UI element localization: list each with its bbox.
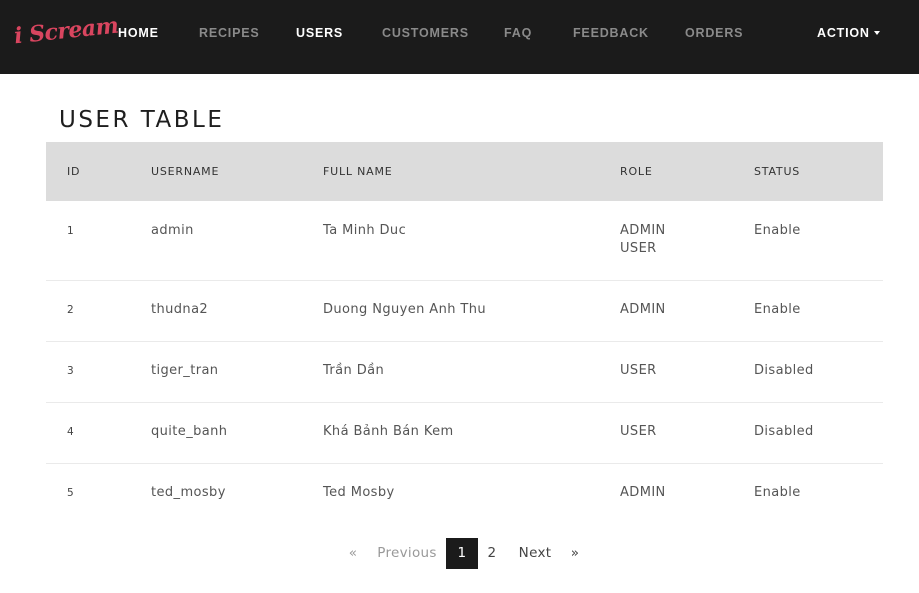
nav-feedback[interactable]: FEEDBACK [573, 26, 649, 40]
cell-full-name: Khá Bảnh Bán Kem [323, 424, 454, 439]
cell-status: Enable [754, 302, 801, 317]
cell-username: admin [151, 223, 194, 238]
header-id: ID [67, 165, 81, 178]
cell-id: 5 [67, 487, 75, 499]
next-page-button[interactable]: Next [513, 538, 557, 569]
action-dropdown[interactable]: ACTION [817, 26, 880, 40]
page-title: USER TABLE [59, 107, 225, 133]
cell-role: ADMIN [620, 485, 666, 500]
table-row[interactable]: 4 quite_banh Khá Bảnh Bán Kem USER Disab… [46, 403, 883, 464]
cell-role: USER [620, 363, 657, 378]
cell-status: Enable [754, 485, 801, 500]
nav-users[interactable]: USERS [296, 26, 343, 40]
cell-username: ted_mosby [151, 485, 226, 500]
page-1-button[interactable]: 1 [446, 538, 478, 569]
cell-role: USER [620, 241, 657, 256]
top-navbar: i Scream HOME RECIPES USERS CUSTOMERS FA… [0, 0, 919, 74]
cell-role: ADMIN [620, 223, 666, 238]
cell-full-name: Duong Nguyen Anh Thu [323, 302, 487, 317]
cell-full-name: Ted Mosby [323, 485, 395, 500]
header-status: STATUS [754, 165, 801, 178]
last-page-button[interactable]: » [568, 538, 582, 569]
caret-down-icon [873, 31, 880, 35]
table-row[interactable]: 5 ted_mosby Ted Mosby ADMIN Enable [46, 464, 883, 524]
table-row[interactable]: 2 thudna2 Duong Nguyen Anh Thu ADMIN Ena… [46, 281, 883, 342]
header-full-name: FULL NAME [323, 165, 393, 178]
nav-orders[interactable]: ORDERS [685, 26, 743, 40]
nav-faq[interactable]: FAQ [504, 26, 532, 40]
cell-role: ADMIN [620, 302, 666, 317]
previous-page-button[interactable]: Previous [373, 538, 441, 569]
pagination: « Previous 1 2 Next » [0, 538, 919, 569]
cell-id: 3 [67, 365, 75, 377]
cell-full-name: Ta Minh Duc [323, 223, 407, 238]
nav-home[interactable]: HOME [118, 26, 159, 40]
nav-recipes[interactable]: RECIPES [199, 26, 259, 40]
cell-username: thudna2 [151, 302, 209, 317]
header-username: USERNAME [151, 165, 220, 178]
cell-status: Enable [754, 223, 801, 238]
cell-full-name: Trần Dần [323, 363, 385, 378]
cell-status: Disabled [754, 363, 814, 378]
cell-username: tiger_tran [151, 363, 219, 378]
header-role: ROLE [620, 165, 653, 178]
cell-status: Disabled [754, 424, 814, 439]
action-dropdown-label: ACTION [817, 26, 870, 40]
cell-id: 2 [67, 304, 75, 316]
cell-id: 4 [67, 426, 75, 438]
cell-role: USER [620, 424, 657, 439]
first-page-button[interactable]: « [346, 538, 360, 569]
cell-id: 1 [67, 225, 75, 237]
table-row[interactable]: 1 admin Ta Minh Duc ADMIN USER Enable [46, 201, 883, 281]
brand-logo[interactable]: i Scream [13, 13, 120, 50]
user-table: ID USERNAME FULL NAME ROLE STATUS 1 admi… [46, 142, 883, 524]
page-2-button[interactable]: 2 [482, 538, 502, 569]
table-row[interactable]: 3 tiger_tran Trần Dần USER Disabled [46, 342, 883, 403]
table-header: ID USERNAME FULL NAME ROLE STATUS [46, 142, 883, 201]
nav-customers[interactable]: CUSTOMERS [382, 26, 469, 40]
cell-username: quite_banh [151, 424, 228, 439]
